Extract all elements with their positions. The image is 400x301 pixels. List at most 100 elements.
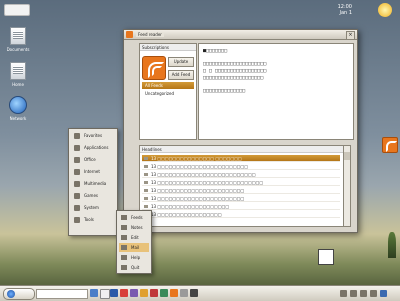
tray-volume-icon[interactable]	[350, 290, 357, 297]
taskbar	[0, 285, 400, 301]
submenu-item-label: Help	[131, 255, 141, 260]
menu-item[interactable]: Tools	[72, 215, 114, 225]
item-icon	[144, 181, 148, 184]
list-item[interactable]: 13 □□□□□□□□□□□□□□□□□□□□□□□	[142, 195, 340, 202]
list-item[interactable]: 13 □□□□□□□□□□□□□□□ □□□□□□□	[142, 155, 340, 162]
weather-sun-icon[interactable]	[378, 3, 392, 17]
item-text: 13 □□□□□□□□□□□□□□□□□□□□□□□□	[151, 164, 249, 169]
desktop-icon-documents[interactable]: Documents	[1, 27, 35, 52]
update-button[interactable]: Update	[168, 57, 194, 67]
menu-item-label: System	[84, 205, 99, 210]
rss-icon[interactable]	[382, 137, 398, 153]
launcher-settings-icon[interactable]	[180, 289, 188, 297]
tools-icon	[74, 217, 80, 223]
clock-date: Jan 1	[339, 10, 352, 16]
menu-item-label: Favorites	[84, 133, 103, 138]
launcher-terminal-icon[interactable]	[160, 289, 168, 297]
launcher-rss-icon[interactable]	[170, 289, 178, 297]
list-item[interactable]: 13 □□□□□□□□□□□□□□□□□	[142, 211, 340, 218]
list-item[interactable]: 13 □□□□□□□□□□□□□□□□□□□□□□□	[142, 187, 340, 194]
submenu-item[interactable]: Help	[119, 253, 149, 262]
scrollbar-thumb[interactable]	[344, 152, 350, 160]
system-icon	[74, 205, 80, 211]
menu-item[interactable]: System	[72, 203, 114, 213]
menu-item-label: Internet	[84, 169, 100, 174]
close-button[interactable]: ×	[346, 31, 355, 40]
item-text: 13 □□□□□□□□□□□□□□□□□□□□□□□	[151, 196, 245, 201]
item-text: 13 □□□□□□□□□□□□□□□□□□□	[151, 204, 230, 209]
feed-item-all[interactable]: All Feeds	[142, 82, 194, 89]
submenu-item-label: Feeds	[131, 215, 143, 220]
item-icon	[144, 157, 148, 160]
wallpaper-plant	[388, 232, 396, 258]
content-line: □□□□□□□□□□□□□□□□□□□□□	[203, 61, 267, 67]
submenu-item[interactable]: Feeds	[119, 213, 149, 222]
desktop-widget-icon[interactable]	[318, 249, 334, 265]
rss-icon	[126, 31, 133, 38]
list-item[interactable]: 13 □□□□□□□□□□□□□□□□□□□□□□□□	[142, 163, 340, 170]
menu-item-label: Applications	[84, 145, 109, 150]
article-content: ■□□□□□□□ □□□□□□□□□□□□□□□□□□□□□ □ □ □□□□□…	[198, 43, 354, 140]
list-item[interactable]: 13 □□□□□□□□□□□□□□□□□□□	[142, 203, 340, 210]
launcher-globe-icon[interactable]	[110, 289, 118, 297]
item-icon	[144, 173, 148, 176]
launcher-files-icon[interactable]	[100, 289, 110, 299]
submenu-item[interactable]: Edit	[119, 233, 149, 242]
star-icon	[74, 133, 80, 139]
multimedia-icon	[74, 181, 80, 187]
tray-update-icon[interactable]	[370, 290, 377, 297]
start-button[interactable]	[3, 288, 35, 300]
scrollbar[interactable]	[343, 145, 351, 227]
network-icon	[9, 96, 27, 114]
menu-item[interactable]: Games	[72, 191, 114, 201]
submenu-item[interactable]: Notes	[119, 223, 149, 232]
content-line: □□□□□□□□□□□□□□	[203, 88, 246, 94]
document-icon	[10, 27, 26, 45]
document-icon	[10, 62, 26, 80]
launcher-notes-icon[interactable]	[140, 289, 148, 297]
list-item[interactable]: 13 □□□□□□□□□□□□□□□□□□□□□□□□□□	[142, 171, 340, 178]
menu-item-label: Multimedia	[84, 181, 107, 186]
submenu-item-label: Edit	[131, 235, 139, 240]
launcher-browser-icon[interactable]	[90, 289, 98, 297]
window-title: Feed reader	[136, 32, 164, 37]
headlines-list: Headlines 13 □□□□□□□□□□□□□□□ □□□□□□□ 13 …	[139, 145, 344, 227]
desktop-icon-label: Network	[9, 116, 27, 121]
feed-item-uncategorized[interactable]: Uncategorized	[142, 90, 194, 97]
system-tray	[300, 289, 396, 298]
launcher-media-icon[interactable]	[130, 289, 138, 297]
menu-item[interactable]: Office	[72, 155, 114, 165]
list-item[interactable]: 13 □□□□□□□□□□□□□□□□□□□□□□□□□□□□	[142, 179, 340, 186]
tray-clock-icon[interactable]	[380, 290, 387, 297]
menu-item-label: Games	[84, 193, 98, 198]
subscriptions-pane: Subscriptions Update Add Feed All Feeds …	[139, 43, 197, 140]
title-bar[interactable]: Feed reader ×	[124, 30, 357, 40]
taskbar-search-input[interactable]	[36, 289, 88, 299]
apps-icon	[74, 145, 80, 151]
desktop-icon-network[interactable]: Network	[1, 96, 35, 121]
list-header: Headlines	[140, 146, 343, 153]
submenu-item[interactable]: Mail	[119, 243, 149, 252]
launcher-trash-icon[interactable]	[190, 289, 198, 297]
launcher-office-icon[interactable]	[150, 289, 158, 297]
tray-network-icon[interactable]	[340, 290, 347, 297]
menu-item[interactable]: Applications	[72, 143, 114, 153]
item-text: 13 □□□□□□□□□□□□□□□□□□□□□□□□□□□□	[151, 180, 264, 185]
menu-item[interactable]: Internet	[72, 167, 114, 177]
desktop-icon-label: Documents	[6, 47, 30, 52]
add-feed-button[interactable]: Add Feed	[168, 70, 194, 80]
tray-battery-icon[interactable]	[360, 290, 367, 297]
submenu-item-label: Quit	[131, 265, 140, 270]
menu-item[interactable]: Multimedia	[72, 179, 114, 189]
desktop-icon-home[interactable]: Home	[1, 62, 35, 87]
pane-header: Subscriptions	[140, 44, 196, 51]
item-icon	[144, 165, 148, 168]
mail-icon	[121, 245, 127, 250]
desktop-panel-button[interactable]	[4, 4, 30, 16]
menu-item[interactable]: Favorites	[72, 131, 114, 141]
item-icon	[144, 197, 148, 200]
submenu-item[interactable]: Quit	[119, 263, 149, 272]
item-icon	[144, 189, 148, 192]
content-line: □ □ □□□□□□□□□□□□□□□□□	[203, 68, 267, 74]
launcher-mail-icon[interactable]	[120, 289, 128, 297]
